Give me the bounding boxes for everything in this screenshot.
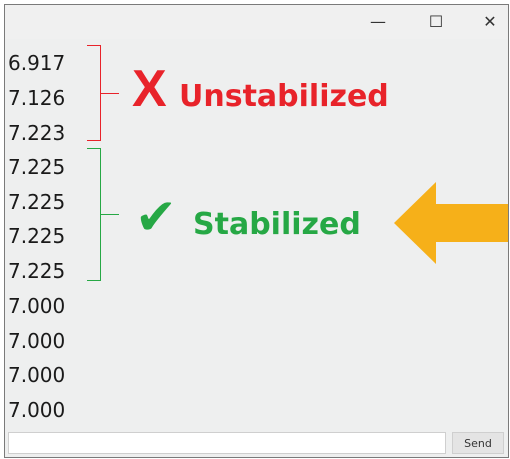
- title-bar: — ☐ ✕: [5, 5, 508, 39]
- serial-output-area: 6.917 7.126 7.223 7.225 7.225 7.225 7.22…: [5, 41, 508, 431]
- unstabilized-bracket: [87, 45, 101, 141]
- stabilized-bracket: [87, 148, 101, 281]
- minimize-button[interactable]: —: [355, 5, 401, 39]
- unstabilized-label: Unstabilized: [179, 79, 389, 114]
- output-line: 7.225: [8, 259, 66, 283]
- checkmark-icon: ✔: [135, 188, 177, 246]
- arrow-left-icon: [394, 182, 508, 264]
- output-line: 7.225: [8, 155, 66, 179]
- output-line: 7.225: [8, 224, 66, 248]
- input-bar: Send: [5, 431, 508, 457]
- output-line: 7.000: [8, 329, 66, 353]
- serial-monitor-window: — ☐ ✕ 6.917 7.126 7.223 7.225 7.225 7.22…: [4, 4, 509, 458]
- output-line: 7.225: [8, 190, 66, 214]
- output-line: 7.000: [8, 363, 66, 387]
- output-line: 6.917: [8, 51, 66, 75]
- output-line: 7.000: [8, 398, 66, 422]
- send-button[interactable]: Send: [452, 432, 504, 454]
- x-icon: X: [132, 60, 167, 118]
- output-line: 7.223: [8, 121, 66, 145]
- stabilized-label: Stabilized: [193, 207, 361, 242]
- stabilized-bracket-tick: [101, 214, 119, 215]
- output-line: 7.000: [8, 294, 66, 318]
- output-line: 7.126: [8, 86, 66, 110]
- close-button[interactable]: ✕: [467, 5, 510, 39]
- maximize-button[interactable]: ☐: [413, 5, 459, 39]
- unstabilized-bracket-tick: [101, 93, 119, 94]
- serial-input-field[interactable]: [8, 432, 446, 454]
